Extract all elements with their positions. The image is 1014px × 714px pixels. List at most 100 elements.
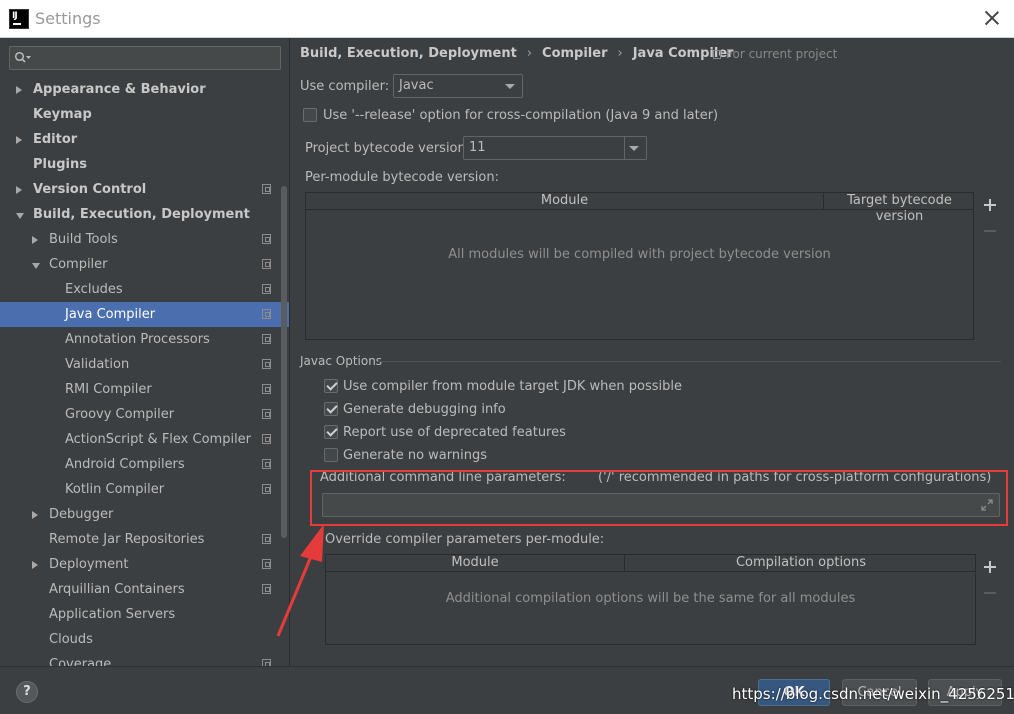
sidebar-item-remote-jar-repositories[interactable]: Remote Jar Repositories: [0, 527, 289, 552]
project-scope-icon: [262, 409, 271, 419]
sidebar-scrollbar[interactable]: [281, 186, 287, 538]
column-header-module[interactable]: Module: [326, 555, 625, 572]
sidebar-item-label: Validation: [65, 357, 130, 372]
sidebar-item-java-compiler[interactable]: Java Compiler: [0, 302, 289, 327]
intellij-logo-icon: IJ: [9, 9, 29, 29]
app-logo-text: IJ: [12, 11, 18, 21]
expand-arrow-right-icon[interactable]: [32, 511, 38, 519]
sidebar-item-validation[interactable]: Validation: [0, 352, 289, 377]
sidebar-item-compiler[interactable]: Compiler: [0, 252, 289, 277]
sidebar-item-build-tools[interactable]: Build Tools: [0, 227, 289, 252]
release-option-checkbox[interactable]: [303, 108, 317, 122]
sidebar-item-annotation-processors[interactable]: Annotation Processors: [0, 327, 289, 352]
module-bytecode-table[interactable]: Module Target bytecode version All modul…: [305, 192, 974, 340]
no-warnings-checkbox[interactable]: [324, 448, 338, 462]
sidebar-item-application-servers[interactable]: Application Servers: [0, 602, 289, 627]
chevron-down-icon: [629, 146, 639, 151]
override-table-empty-text: Additional compilation options will be t…: [445, 591, 856, 606]
column-header-compilation-options[interactable]: Compilation options: [625, 555, 977, 572]
search-box[interactable]: [9, 46, 281, 70]
table-header: Module Target bytecode version: [306, 193, 975, 224]
project-bytecode-value: 11: [469, 140, 486, 155]
breadcrumb-item[interactable]: Compiler: [542, 46, 607, 61]
expand-arrow-down-icon[interactable]: [16, 213, 24, 219]
sidebar-item-label: Excludes: [65, 282, 123, 297]
use-target-jdk-checkbox[interactable]: [324, 379, 338, 393]
sidebar-item-label: Appearance & Behavior: [33, 82, 206, 97]
deprecated-features-label: Report use of deprecated features: [343, 425, 566, 440]
add-override-plus-icon[interactable]: [983, 560, 997, 574]
window-title: Settings: [35, 9, 101, 28]
debugging-info-checkbox[interactable]: [324, 402, 338, 416]
project-scope-icon: [262, 234, 271, 244]
column-header-target-bytecode[interactable]: Target bytecode version: [824, 193, 975, 224]
sidebar-item-label: Deployment: [49, 557, 129, 572]
debugging-info-label: Generate debugging info: [343, 402, 506, 417]
expand-arrow-down-icon[interactable]: [32, 263, 40, 269]
sidebar-item-actionscript-flex-compiler[interactable]: ActionScript & Flex Compiler: [0, 427, 289, 452]
table-header: Module Compilation options: [326, 555, 975, 572]
help-button[interactable]: ?: [16, 681, 38, 703]
sidebar-item-label: Arquillian Containers: [49, 582, 185, 597]
close-icon[interactable]: [982, 8, 1002, 28]
sidebar-item-label: RMI Compiler: [65, 382, 152, 397]
project-scope-icon: [262, 484, 271, 494]
sidebar-item-version-control[interactable]: Version Control: [0, 177, 289, 202]
add-module-plus-icon[interactable]: [983, 198, 997, 212]
sidebar-item-coverage[interactable]: Coverage: [0, 652, 289, 666]
project-scope-icon: [262, 334, 271, 344]
expand-arrow-right-icon[interactable]: [32, 561, 38, 569]
search-input[interactable]: [38, 49, 278, 67]
sidebar-item-android-compilers[interactable]: Android Compilers: [0, 452, 289, 477]
use-compiler-value: Javac: [399, 78, 434, 93]
settings-sidebar: Appearance & Behavior Keymap Editor Plugins…: [0, 38, 290, 666]
search-icon[interactable]: [14, 51, 32, 65]
module-table-empty-text: All modules will be compiled with projec…: [448, 247, 831, 262]
project-bytecode-select[interactable]: 11: [463, 136, 647, 160]
sidebar-item-kotlin-compiler[interactable]: Kotlin Compiler: [0, 477, 289, 502]
expand-arrow-right-icon[interactable]: [16, 86, 22, 94]
deprecated-features-checkbox[interactable]: [324, 425, 338, 439]
remove-override-minus-icon[interactable]: [984, 592, 996, 594]
release-option-label: Use '--release' option for cross-compila…: [323, 108, 719, 123]
sidebar-item-build-execution-deployment[interactable]: Build, Execution, Deployment: [0, 202, 289, 227]
project-scope-icon: [713, 50, 721, 59]
override-params-table[interactable]: Module Compilation options Additional co…: [325, 554, 976, 645]
sidebar-item-label: Compiler: [49, 257, 108, 272]
sidebar-item-plugins[interactable]: Plugins: [0, 152, 289, 177]
remove-module-minus-icon[interactable]: [984, 230, 996, 232]
sidebar-item-label: Coverage: [49, 657, 112, 666]
sidebar-item-arquillian-containers[interactable]: Arquillian Containers: [0, 577, 289, 602]
project-scope-icon: [262, 434, 271, 444]
expand-arrow-right-icon[interactable]: [32, 236, 38, 244]
column-header-module[interactable]: Module: [306, 193, 824, 210]
use-compiler-select[interactable]: Javac: [393, 74, 523, 98]
project-scope-icon: [262, 659, 271, 666]
sidebar-item-clouds[interactable]: Clouds: [0, 627, 289, 652]
arrow-annotation-icon: [276, 524, 324, 637]
title-bar: IJ Settings: [0, 0, 1014, 38]
sidebar-item-debugger[interactable]: Debugger: [0, 502, 289, 527]
sidebar-item-label: Java Compiler: [65, 307, 156, 322]
sidebar-item-editor[interactable]: Editor: [0, 127, 289, 152]
project-scope-icon: [262, 184, 271, 194]
javac-options-title: Javac Options: [300, 354, 383, 368]
sidebar-item-deployment[interactable]: Deployment: [0, 552, 289, 577]
group-separator: [378, 361, 1001, 362]
project-bytecode-label: Project bytecode version:: [305, 141, 471, 156]
dialog-footer: ? OK Cancel Apply https://blog.csdn.net/…: [0, 666, 1014, 714]
annotation-highlight-box: [310, 470, 1008, 526]
sidebar-item-excludes[interactable]: Excludes: [0, 277, 289, 302]
sidebar-item-label: Plugins: [33, 157, 87, 172]
settings-content: Build, Execution, Deployment › Compiler › Ja…: [290, 38, 1014, 666]
sidebar-item-groovy-compiler[interactable]: Groovy Compiler: [0, 402, 289, 427]
sidebar-item-keymap[interactable]: Keymap: [0, 102, 289, 127]
sidebar-item-rmi-compiler[interactable]: RMI Compiler: [0, 377, 289, 402]
breadcrumb-item[interactable]: Build, Execution, Deployment: [300, 46, 517, 61]
no-warnings-label: Generate no warnings: [343, 448, 488, 463]
expand-arrow-right-icon[interactable]: [16, 136, 22, 144]
sidebar-item-label: Android Compilers: [65, 457, 185, 472]
expand-arrow-right-icon[interactable]: [16, 186, 22, 194]
sidebar-item-appearance-behavior[interactable]: Appearance & Behavior: [0, 77, 289, 102]
sidebar-item-label: Keymap: [33, 107, 92, 122]
